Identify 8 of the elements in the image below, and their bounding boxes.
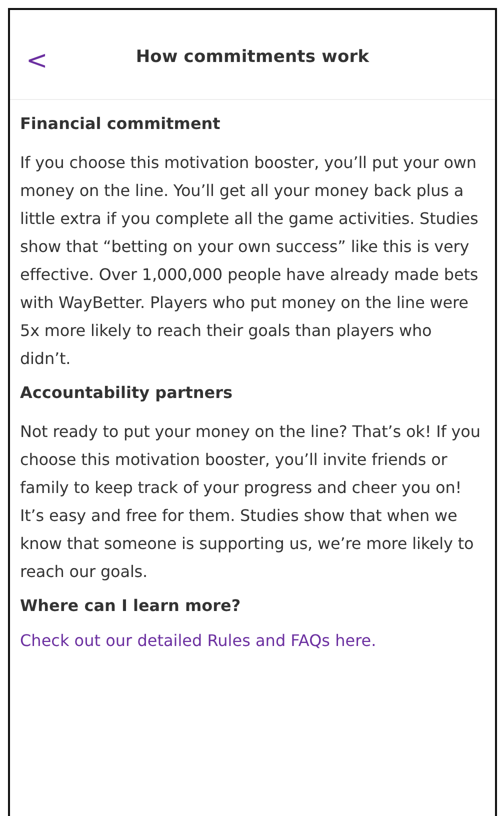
back-button[interactable]: < xyxy=(26,48,48,74)
section-heading: Where can I learn more? xyxy=(20,596,242,615)
page-title: How commitments work xyxy=(136,46,370,66)
section-heading: Financial commitment xyxy=(20,114,222,133)
rules-faq-link[interactable]: Check out our detailed Rules and FAQs here. xyxy=(20,631,376,650)
section-paragraph: Not ready to put your money on the line? That’s ok! If you choose this motivation booster, you’ll invite friends or family to keep track of your progress and cheer you on! It’s easy and free for them. Studies show that when we know that someone is supporting us, we’re more likely to reach our goals. xyxy=(20,421,482,583)
section-paragraph: If you choose this motivation booster, you’ll put your own money on the line. You’ll get all your money back plus a little extra if you complete all the game activities. Studies show that “betting on your own success” like this is very effective. Over 1,000,000 people have already made bets with WayBetter. Players who put money on the line were 5x more likely to reach their goals than players who didn’t. xyxy=(20,152,480,370)
section-heading: Accountability partners xyxy=(20,383,234,402)
